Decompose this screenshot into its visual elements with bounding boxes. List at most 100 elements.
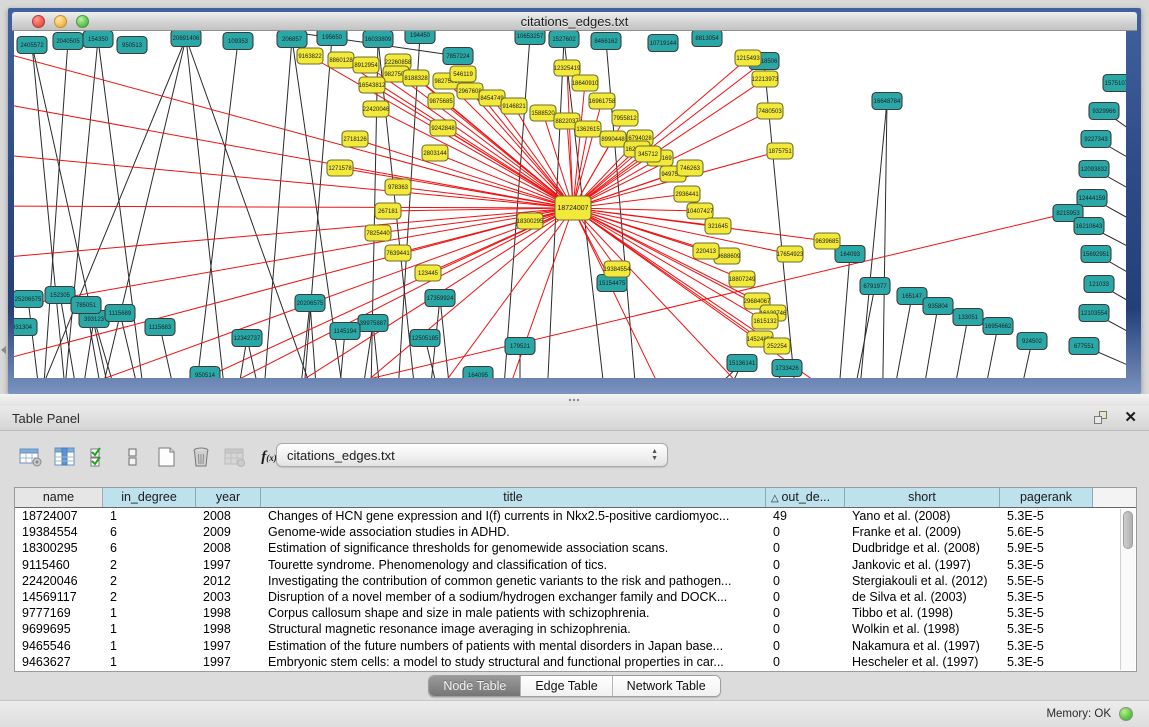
table-cell[interactable]: 9115460 bbox=[15, 557, 103, 573]
table-cell[interactable]: 5.3E-5 bbox=[1000, 589, 1093, 605]
table-cell[interactable]: 2 bbox=[103, 573, 196, 589]
table-cell[interactable]: 1 bbox=[103, 605, 196, 621]
create-column-button[interactable] bbox=[150, 443, 184, 471]
table-cell[interactable]: Franke et al. (2009) bbox=[845, 524, 1000, 540]
float-panel-icon[interactable] bbox=[1094, 411, 1109, 426]
graph-edge[interactable] bbox=[186, 38, 330, 378]
table-cell[interactable]: 9463627 bbox=[15, 654, 103, 670]
table-cell[interactable]: 18300295 bbox=[15, 540, 103, 556]
table-cell[interactable]: Estimation of significance thresholds fo… bbox=[261, 540, 766, 556]
table-cell[interactable]: 6 bbox=[103, 540, 196, 556]
show-columns-button[interactable] bbox=[48, 443, 82, 471]
table-cell[interactable]: 1 bbox=[103, 508, 196, 524]
table-cell[interactable]: 5.3E-5 bbox=[1000, 508, 1093, 524]
column-header-name[interactable]: name bbox=[15, 488, 103, 507]
table-cell[interactable]: Yano et al. (2008) bbox=[845, 508, 1000, 524]
table-cell[interactable]: 5.3E-5 bbox=[1000, 557, 1093, 573]
table-cell[interactable]: 0 bbox=[766, 605, 845, 621]
table-cell[interactable]: 2 bbox=[103, 557, 196, 573]
table-cell[interactable]: Nakamura et al. (1997) bbox=[845, 638, 1000, 654]
table-cell[interactable]: Dudbridge et al. (2008) bbox=[845, 540, 1000, 556]
table-cell[interactable]: Estimation of the future numbers of pati… bbox=[261, 638, 766, 654]
table-scrollbar[interactable] bbox=[1120, 509, 1135, 670]
table-row[interactable]: 1830029562008Estimation of significance … bbox=[15, 540, 1136, 556]
table-cell[interactable]: Wolkin et al. (1998) bbox=[845, 621, 1000, 637]
table-cell[interactable]: Changes of HCN gene expression and I(f) … bbox=[261, 508, 766, 524]
table-cell[interactable]: 5.3E-5 bbox=[1000, 638, 1093, 654]
graph-edge[interactable] bbox=[845, 286, 875, 378]
delete-column-button[interactable] bbox=[184, 443, 218, 471]
graph-edge[interactable] bbox=[440, 298, 455, 378]
table-cell[interactable]: 2012 bbox=[196, 573, 261, 589]
table-cell[interactable]: 2008 bbox=[196, 508, 261, 524]
table-cell[interactable]: 0 bbox=[766, 638, 845, 654]
table-cell[interactable]: Corpus callosum shape and size in male p… bbox=[261, 605, 766, 621]
table-cell[interactable]: 0 bbox=[766, 557, 845, 573]
table-cell[interactable]: Tourette syndrome. Phenomenology and cla… bbox=[261, 557, 766, 573]
table-row[interactable]: 946554611997Estimation of the future num… bbox=[15, 638, 1136, 654]
table-row[interactable]: 1456911722003Disruption of a novel membe… bbox=[15, 589, 1136, 605]
table-cell[interactable]: 9465546 bbox=[15, 638, 103, 654]
table-cell[interactable]: Jankovic et al. (1997) bbox=[845, 557, 1000, 573]
table-cell[interactable]: 1998 bbox=[196, 605, 261, 621]
table-cell[interactable]: 5.3E-5 bbox=[1000, 621, 1093, 637]
graph-edge[interactable] bbox=[32, 45, 120, 378]
citation-network-graph[interactable]: 1872400724055722040505154350950513206914… bbox=[14, 31, 1126, 378]
table-cell[interactable]: 0 bbox=[766, 540, 845, 556]
table-cell[interactable]: 1997 bbox=[196, 654, 261, 670]
table-cell[interactable]: Hescheler et al. (1997) bbox=[845, 654, 1000, 670]
table-cell[interactable]: 5.5E-5 bbox=[1000, 573, 1093, 589]
tab-edge-table[interactable]: Edge Table bbox=[521, 676, 612, 696]
graph-edge[interactable] bbox=[500, 36, 530, 378]
table-row[interactable]: 1872400712008Changes of HCN gene express… bbox=[15, 508, 1136, 524]
graph-edge[interactable] bbox=[190, 41, 238, 378]
table-row[interactable]: 1938455462009Genome-wide association stu… bbox=[15, 524, 1136, 540]
network-graph-canvas[interactable]: 1872400724055722040505154350950513206914… bbox=[14, 31, 1126, 378]
panel-collapse-handle[interactable] bbox=[1, 346, 6, 354]
table-cell[interactable]: 2008 bbox=[196, 540, 261, 556]
graph-edge[interactable] bbox=[945, 317, 968, 378]
table-row[interactable]: 946362711997Embryonic stem cells: a mode… bbox=[15, 654, 1136, 670]
table-cell[interactable]: Investigating the contribution of common… bbox=[261, 573, 766, 589]
tab-node-table[interactable]: Node Table bbox=[429, 676, 521, 696]
split-pane-divider[interactable] bbox=[0, 394, 1149, 406]
table-cell[interactable]: 5.3E-5 bbox=[1000, 654, 1093, 670]
column-header-pagerank[interactable]: pagerank bbox=[1000, 488, 1093, 507]
table-cell[interactable]: 1 bbox=[103, 654, 196, 670]
table-cell[interactable]: 19384554 bbox=[15, 524, 103, 540]
table-cell[interactable]: 5.9E-5 bbox=[1000, 540, 1093, 556]
table-cell[interactable]: 1997 bbox=[196, 638, 261, 654]
graph-edge[interactable] bbox=[573, 208, 773, 313]
graph-edge[interactable] bbox=[885, 296, 912, 378]
table-cell[interactable]: 0 bbox=[766, 573, 845, 589]
table-cell[interactable]: 2003 bbox=[196, 589, 261, 605]
table-cell[interactable]: 1997 bbox=[196, 557, 261, 573]
table-row[interactable]: 969969511998Structural magnetic resonanc… bbox=[15, 621, 1136, 637]
table-cell[interactable]: 0 bbox=[766, 621, 845, 637]
table-cell[interactable]: Disruption of a novel member of a sodium… bbox=[261, 589, 766, 605]
column-header-out_de[interactable]: △ out_de... bbox=[766, 488, 845, 507]
table-cell[interactable]: 0 bbox=[766, 589, 845, 605]
tab-network-table[interactable]: Network Table bbox=[613, 676, 720, 696]
table-cell[interactable]: 5.6E-5 bbox=[1000, 524, 1093, 540]
table-row[interactable]: 2242004622012Investigating the contribut… bbox=[15, 573, 1136, 589]
table-cell[interactable]: 9777169 bbox=[15, 605, 103, 621]
table-cell[interactable]: de Silva et al. (2003) bbox=[845, 589, 1000, 605]
table-cell[interactable]: 0 bbox=[766, 524, 845, 540]
table-row[interactable]: 977716911998Corpus callosum shape and si… bbox=[15, 605, 1136, 621]
column-header-year[interactable]: year bbox=[196, 488, 261, 507]
table-cell[interactable]: 22420046 bbox=[15, 573, 103, 589]
graph-edge[interactable] bbox=[573, 83, 585, 208]
table-cell[interactable]: 1 bbox=[103, 638, 196, 654]
table-source-select[interactable]: citations_edges.txt ▲▼ bbox=[276, 443, 668, 467]
graph-edge[interactable] bbox=[14, 208, 573, 378]
table-cell[interactable]: 6 bbox=[103, 524, 196, 540]
table-cell[interactable]: 9699695 bbox=[15, 621, 103, 637]
table-cell[interactable]: Structural magnetic resonance image aver… bbox=[261, 621, 766, 637]
network-window-titlebar[interactable]: citations_edges.txt bbox=[12, 12, 1137, 31]
table-cell[interactable]: Genome-wide association studies in ADHD. bbox=[261, 524, 766, 540]
graph-edge[interactable] bbox=[260, 39, 292, 378]
table-cell[interactable]: 14569117 bbox=[15, 589, 103, 605]
column-header-short[interactable]: short bbox=[845, 488, 1000, 507]
close-panel-icon[interactable]: ✕ bbox=[1124, 409, 1137, 427]
